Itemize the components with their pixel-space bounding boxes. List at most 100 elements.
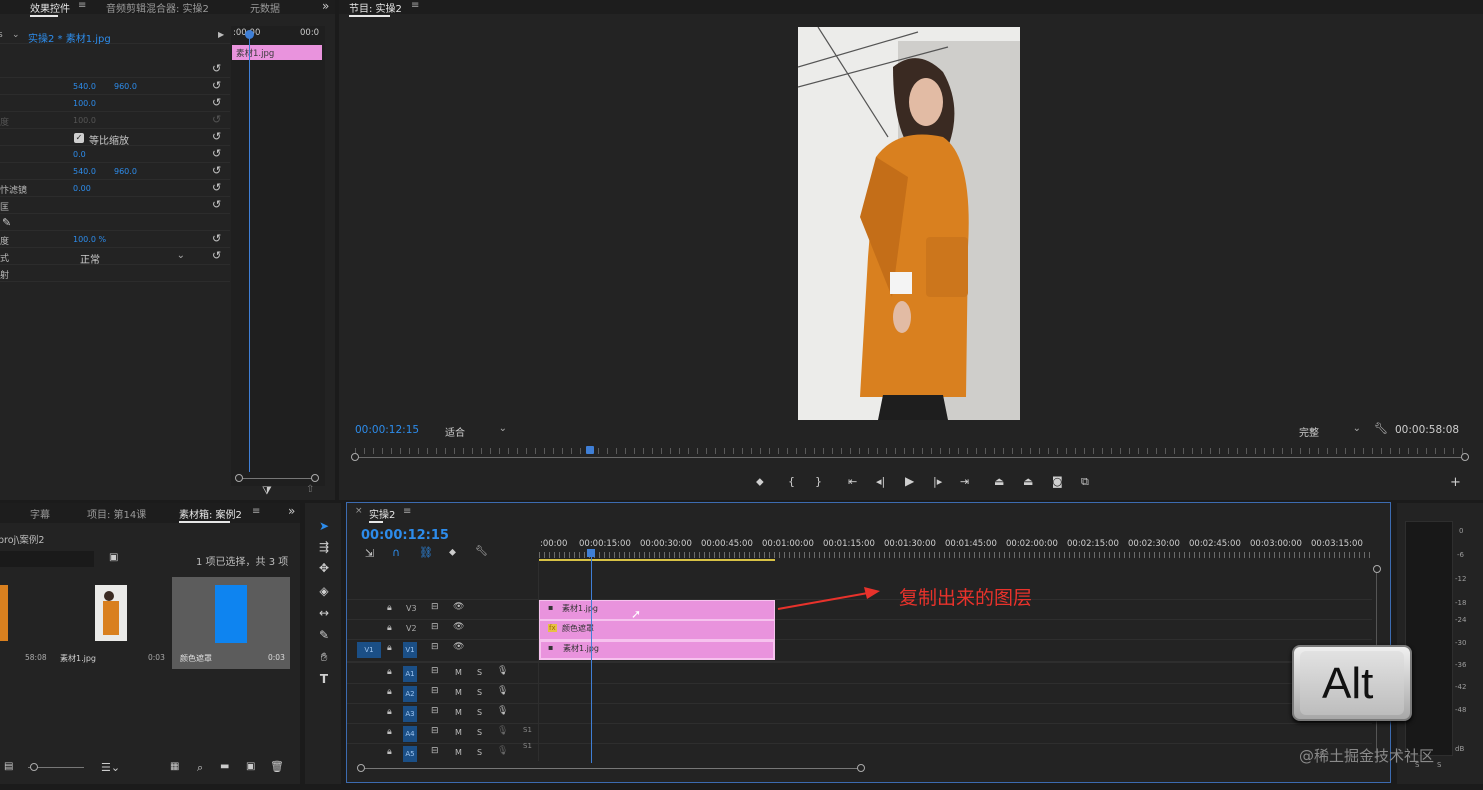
reset-icon[interactable]: ↺ [212,130,221,143]
sync-lock-icon[interactable]: ⊟ [431,686,439,696]
lock-icon[interactable]: 🔒︎ [387,667,392,677]
more-panels-icon[interactable]: » [288,504,295,518]
work-area-bar[interactable] [539,559,775,561]
track-label[interactable]: A5 [403,746,417,762]
fit-select[interactable]: 适合 ⌄ [445,423,507,439]
mute-button[interactable]: M [455,688,462,697]
mark-in-icon[interactable]: { [788,475,795,488]
flicker-value[interactable]: 0.00 [73,184,91,193]
list-view-icon[interactable]: ▤ [4,761,13,772]
track-select-tool-icon[interactable]: ⇶ [315,538,333,556]
selection-tool-icon[interactable]: ➤ [315,517,333,535]
search-icon[interactable]: ⌕ [197,761,203,775]
mute-button[interactable]: M [455,748,462,757]
mic-icon[interactable]: 🎙︎ [497,726,508,736]
play-only-icon[interactable]: ▶ [218,30,224,39]
timeline-ruler[interactable]: :00:00 00:00:15:00 00:00:30:00 00:00:45:… [539,539,1379,561]
bin-item[interactable]: 素材1.jpg 0:03 [60,577,168,669]
menu-icon[interactable]: ≡ [252,506,260,517]
anchor-y-value[interactable]: 960.0 [114,167,137,176]
linked-selection-icon[interactable]: ⛓︎ [419,546,433,559]
reset-icon[interactable]: ↺ [212,249,221,262]
quality-select[interactable]: 完整 ⌄ [1299,423,1361,439]
tab-project[interactable]: 项目: 第14课 [87,506,146,521]
track-header-v2[interactable]: 🔒︎ V2 ⊟ 👁︎ [347,620,538,640]
menu-icon[interactable]: ≡ [403,506,411,517]
solo-button[interactable]: S [477,728,482,737]
program-playhead[interactable] [586,446,594,454]
trash-icon[interactable]: 🗑︎ [270,760,284,773]
reset-icon[interactable]: ↺ [212,79,221,92]
timeline-playhead[interactable] [591,555,592,763]
bin-item[interactable]: 58:08 [0,577,60,669]
slider-knob[interactable] [30,763,38,771]
new-item-icon[interactable]: ▣ [246,761,255,772]
solo-button[interactable]: S [477,688,482,697]
solo-button[interactable]: S [477,668,482,677]
mic-icon[interactable]: 🎙︎ [497,706,508,716]
track-label[interactable]: V1 [403,642,417,658]
track-header-a2[interactable]: 🔒︎ A2 ⊟ M S 🎙︎ [347,684,538,704]
track-label[interactable]: A3 [403,706,417,722]
razor-tool-icon[interactable]: ◈ [315,582,333,600]
track-label[interactable]: A4 [403,726,417,742]
lock-icon[interactable]: 🔒︎ [387,603,392,613]
export-icon[interactable]: ⇧ [306,484,314,495]
nest-icon[interactable]: ⇲ [365,547,374,560]
sync-lock-icon[interactable]: ⊟ [431,602,439,612]
track-header-a1[interactable]: 🔒︎ A1 ⊟ M S 🎙︎ [347,664,538,684]
position-x-value[interactable]: 540.0 [73,82,96,91]
sync-lock-icon[interactable]: ⊟ [431,706,439,716]
track-label[interactable]: V2 [406,624,417,633]
solo-right-button[interactable]: S [1437,761,1441,769]
new-folder-icon[interactable]: ▬ [220,761,229,772]
add-button-icon[interactable]: + [1450,475,1461,490]
menu-icon[interactable]: ≡ [411,0,419,11]
sync-lock-icon[interactable]: ⊟ [431,726,439,736]
track-header-v1[interactable]: V1 🔒︎ V1 ⊟ 👁︎ [347,640,538,660]
export-frame-icon[interactable]: ◙ [1052,475,1063,488]
mini-clip[interactable]: 素材1.jpg [232,45,322,60]
clip-v2[interactable]: fx 颜色遮罩 [539,620,775,640]
horizontal-scrollbar[interactable] [357,764,867,772]
sync-lock-icon[interactable]: ⊟ [431,622,439,632]
mute-button[interactable]: M [455,708,462,717]
automate-icon[interactable]: ▦ [170,761,179,772]
lift-icon[interactable]: ⏏ [994,475,1004,488]
lock-icon[interactable]: 🔒︎ [387,623,392,633]
lock-icon[interactable]: 🔒︎ [387,687,392,697]
track-header-a5[interactable]: 🔒︎ A5 ⊟ M S 🎙︎ S1 [347,742,538,764]
slip-tool-icon[interactable]: ↔ [315,604,333,622]
extract-icon[interactable]: ⏏ [1023,475,1033,488]
track-label[interactable]: A1 [403,666,417,682]
reset-icon[interactable]: ↺ [212,164,221,177]
wrench-icon[interactable]: 🔧︎ [1374,422,1388,435]
scale-value[interactable]: 100.0 [73,99,96,108]
tab-metadata[interactable]: 元数据 [250,0,280,15]
solo-button[interactable]: S [477,708,482,717]
sort-icon[interactable]: ☰⌄ [101,761,120,774]
blend-mode-select[interactable]: 正常 ⌄ [80,250,185,266]
position-y-value[interactable]: 960.0 [114,82,137,91]
clip-v3[interactable]: ▪ 素材1.jpg [539,600,775,620]
tab-captions[interactable]: 字幕 [30,506,50,521]
track-label[interactable]: V3 [406,604,417,613]
hand-tool-icon[interactable]: ✋︎ [315,648,333,666]
mini-playhead-head[interactable] [245,30,254,39]
step-back-icon[interactable]: ◂| [876,475,885,488]
mini-playhead[interactable] [249,32,250,472]
mute-button[interactable]: M [455,668,462,677]
lock-icon[interactable]: 🔒︎ [387,747,392,757]
bin-item-selected[interactable]: 颜色遮罩 0:03 [172,577,290,669]
lock-icon[interactable]: 🔒︎ [387,643,392,653]
mark-out-icon[interactable]: } [815,475,822,488]
lock-icon[interactable]: 🔒︎ [387,707,392,717]
track-label[interactable]: A2 [403,686,417,702]
timeline-timecode[interactable]: 00:00:12:15 [361,528,449,543]
pen-tool-icon[interactable]: ✎ [315,626,333,644]
anchor-x-value[interactable]: 540.0 [73,167,96,176]
track-header-a4[interactable]: 🔒︎ A4 ⊟ M S 🎙︎ S1 [347,724,538,744]
bin-search-input[interactable] [0,551,94,567]
expand-icon[interactable]: s [0,30,3,40]
eye-icon[interactable]: 👁︎ [453,642,464,652]
